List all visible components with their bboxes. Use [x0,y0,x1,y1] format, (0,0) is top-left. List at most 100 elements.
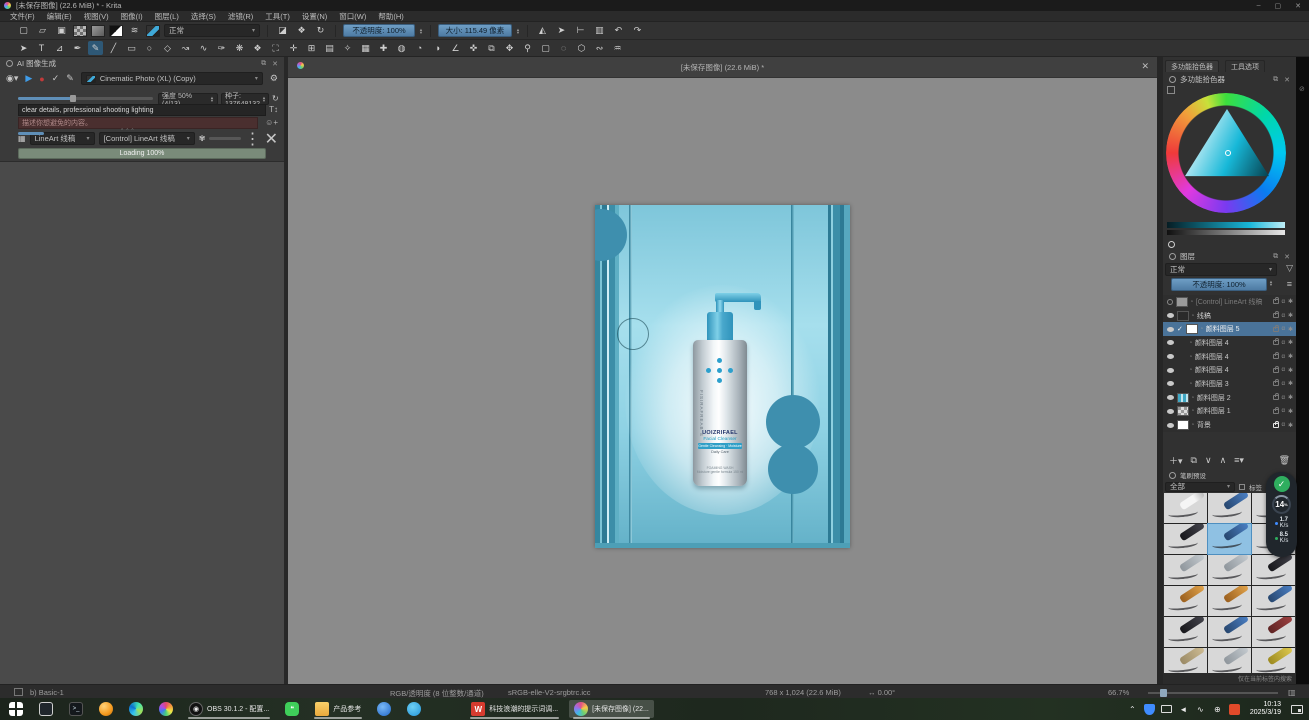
layer-alpha-icon[interactable]: α [1282,299,1285,305]
refine-button[interactable]: ✎ [66,73,74,84]
status-zoom-value[interactable]: 66.7% [1108,688,1129,697]
blend-mode-dropdown[interactable]: 正常▾ [164,24,260,37]
new-document-icon[interactable]: ▢ [16,24,31,38]
brush-preset-tile[interactable] [1164,555,1207,585]
menu-item-图像(I)[interactable]: 图像(I) [121,11,143,22]
layer-lock-icon[interactable] [1273,395,1279,400]
select-shapes-tool[interactable]: ➤ [16,41,31,55]
reload-preset-icon[interactable]: ↻ [313,24,328,38]
krita-window[interactable]: [未保存图像] (22... [569,700,654,718]
security-tray-icon[interactable] [1229,704,1240,715]
taskbar-clock[interactable]: 10:132025/3/19 [1246,701,1285,717]
generate-button[interactable]: ▶ [25,73,32,84]
layer-lock-icon[interactable] [1273,340,1279,345]
minimize-button[interactable]: – [1257,2,1261,10]
pan-tool[interactable]: ✥ [502,41,517,55]
layer-lock-icon[interactable] [1273,313,1279,318]
layer-lock-icon[interactable] [1273,354,1279,359]
assistants-tool[interactable]: ✜ [466,41,481,55]
layer-alpha-icon[interactable]: α [1282,340,1285,346]
fg-bg-colors-chip[interactable] [109,25,123,37]
add-region-icon[interactable]: ☺+ [265,118,278,127]
opacity-spinner[interactable]: ▲▼ [419,28,423,34]
rectangle-tool[interactable]: ▭ [124,41,139,55]
layer-alpha-icon[interactable]: α [1282,367,1285,373]
dynamic-brush-tool[interactable]: ❋ [232,41,247,55]
layer-row[interactable]: ⁿ线稿α✱ [1163,309,1296,323]
mirror-horizontal-icon[interactable]: ◭ [535,24,550,38]
control-strength-icon[interactable]: ✾ [199,134,206,143]
menu-item-选择(S)[interactable]: 选择(S) [191,11,216,22]
document-close-icon[interactable]: ✕ [1141,61,1149,72]
save-document-icon[interactable]: ▣ [54,24,69,38]
brush-preset-tile[interactable] [1208,617,1251,647]
polyline-tool[interactable]: ↝ [178,41,193,55]
layer-lock-icon[interactable] [1273,381,1279,386]
rect-select-tool[interactable]: ▢ [538,41,553,55]
line-tool[interactable]: ╱ [106,41,121,55]
layer-visibility-icon[interactable] [1167,381,1174,386]
strength-slider[interactable] [18,97,153,100]
layer-visibility-icon[interactable] [1167,409,1174,414]
brush-preset-tile[interactable] [1252,555,1295,585]
crop-icon[interactable]: ⊢ [573,24,588,38]
layer-lock-icon[interactable] [1273,368,1279,373]
layer-row[interactable]: ⁿ颜料图层 2α✱ [1163,391,1296,405]
add-layer-button[interactable]: ＋▾ [1169,454,1183,467]
hidden-docker-icon[interactable]: ⊘ [1299,85,1305,93]
layer-filter-icon[interactable]: ▽ [1286,263,1293,274]
control-strength-slider[interactable] [209,137,240,140]
ellipse-select-tool[interactable]: ◌ [556,41,571,55]
proxy-tray-icon[interactable]: ∿ [1195,704,1206,715]
text-tool[interactable]: T [34,41,49,55]
prompt-input[interactable]: clear details, professional shooting lig… [18,104,266,116]
layer-properties-icon[interactable]: ✱ [1288,339,1293,346]
measure-tool[interactable]: ∠ [448,41,463,55]
generate-menu-icon[interactable]: ◉▾ [6,73,18,84]
close-docker-icon[interactable]: ✕ [272,60,278,68]
close-docker-icon[interactable]: ✕ [1284,76,1290,84]
layer-row[interactable]: ⁿ颜料图层 4α✱ [1163,363,1296,377]
start-button[interactable] [4,700,28,718]
layer-opacity-slider[interactable]: 不透明度: 100% [1171,278,1267,291]
apply-button[interactable]: ✓ [52,73,60,84]
reseed-icon[interactable]: ↻ [272,94,279,103]
polygon-select-tool[interactable]: ⬡ [574,41,589,55]
calligraphy-tool[interactable]: ✒ [70,41,85,55]
color-sampler-tool[interactable]: ✧ [340,41,355,55]
folder-window[interactable]: 产品参考 [310,700,366,718]
layer-opacity-spinner[interactable]: ▲▼ [1269,280,1273,286]
layer-row[interactable]: ⁿ颜料图层 4α✱ [1163,336,1296,350]
close-button[interactable]: ✕ [1295,2,1301,10]
ellipse-tool[interactable]: ○ [142,41,157,55]
float-docker-icon[interactable]: ⧉ [261,60,266,68]
zoom-slider-handle[interactable] [1160,689,1167,697]
smart-patch-tool[interactable]: ✚ [376,41,391,55]
layer-visibility-icon[interactable] [1167,313,1174,318]
layer-properties-icon[interactable]: ✱ [1288,326,1293,333]
layer-visibility-icon[interactable] [1167,423,1174,428]
layer-lock-icon[interactable] [1273,423,1279,428]
layer-list-menu-icon[interactable]: ≡ [1287,279,1292,289]
chat-app[interactable] [402,700,426,718]
layer-visibility-icon[interactable] [1167,327,1174,332]
brush-preset-tile[interactable] [1164,617,1207,647]
brush-preset-tile[interactable] [1208,586,1251,616]
wps-document-window[interactable]: W科技浪潮的提示词调... [466,700,563,718]
layer-row[interactable]: ⁿ[Control] LineArt 线稿α✱ [1163,295,1296,309]
layer-properties-icon[interactable]: ✱ [1288,394,1293,401]
freehand-select-tool[interactable]: ∾ [592,41,607,55]
pattern-edit-tool[interactable]: ▦ [358,41,373,55]
layer-properties-icon[interactable]: ✱ [1288,367,1293,374]
move-layer-down-button[interactable]: ∨ [1205,455,1212,466]
menu-item-窗口(W)[interactable]: 窗口(W) [339,11,366,22]
menu-item-编辑(E)[interactable]: 编辑(E) [47,11,72,22]
redo-icon[interactable]: ↷ [630,24,645,38]
magnetic-select-tool[interactable]: ♒ [610,41,625,55]
polygon-tool[interactable]: ◇ [160,41,175,55]
layer-visibility-icon[interactable] [1167,368,1174,373]
layer-properties-icon[interactable]: ✱ [1288,380,1293,387]
brush-preset-tile[interactable] [1252,586,1295,616]
brush-editor-chip[interactable] [146,25,160,37]
terminal-app[interactable]: >_ [64,700,88,718]
